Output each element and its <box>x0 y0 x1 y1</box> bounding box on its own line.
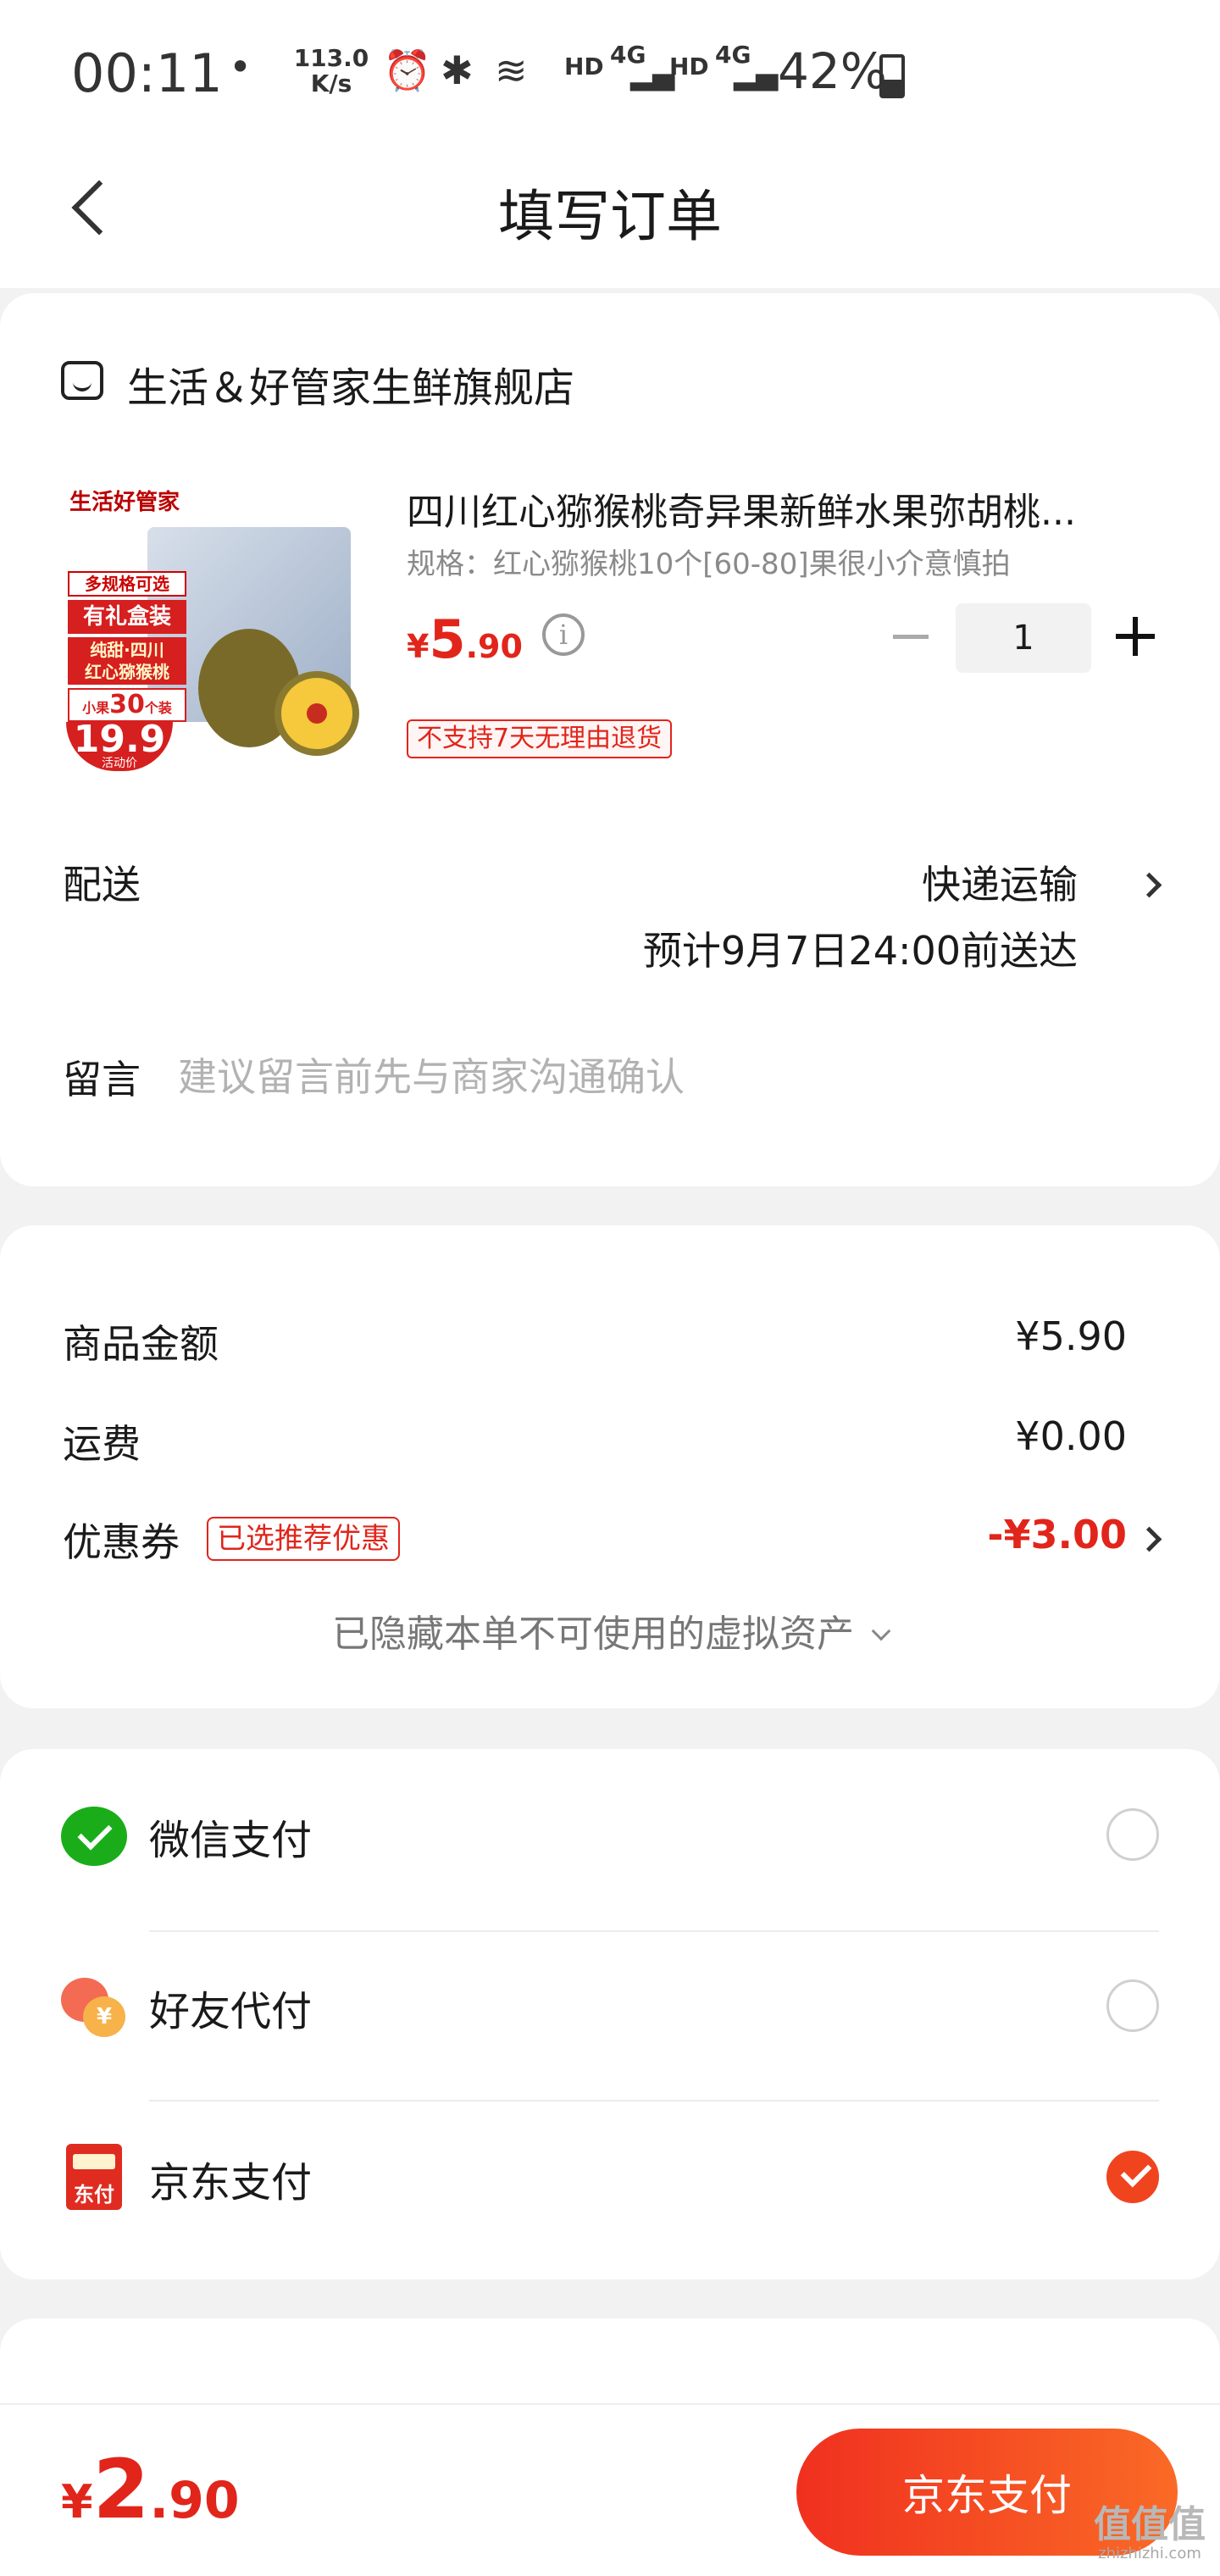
shipping-label: 运费 <box>63 1421 141 1467</box>
bluetooth-icon: ✱ <box>441 47 474 93</box>
friend-pay-coin: ¥ <box>83 1996 125 2037</box>
price-currency: ¥ <box>407 628 430 665</box>
coupon-tag: 已选推荐优惠 <box>207 1517 400 1561</box>
top-bar: 00:11 • 113.0 K/s ⏰ ✱ ≋ HD 4G ▂▄ HD 4G ▂… <box>0 0 1220 288</box>
jd-pay-icon-text: 东付 <box>74 2183 114 2207</box>
goods-amount-label: 商品金额 <box>63 1321 219 1367</box>
remark-input[interactable] <box>178 1047 1161 1107</box>
payment-option-friend[interactable]: ¥ 好友代付 <box>0 1920 1220 2090</box>
alarm-icon: ⏰ <box>383 47 432 93</box>
delivery-eta: 预计9月7日24:00前送达 <box>642 928 1078 974</box>
image-tag-origin: 纯甜·四川 红心猕猴桃 <box>68 637 186 685</box>
delivery-method[interactable]: 快递运输 <box>922 854 1078 910</box>
payment-option-label: 好友代付 <box>149 1988 313 2035</box>
image-tag-giftbox: 有礼盒装 <box>68 600 186 634</box>
signal-icon-1: ▂▄ <box>630 58 675 92</box>
price-summary-card: 商品金额 ¥5.90 运费 ¥0.00 优惠券 已选推荐优惠 -¥3.00 已隐… <box>0 1225 1220 1708</box>
chevron-down-icon <box>871 1621 891 1641</box>
net-speed: 113.0 K/s <box>293 46 369 97</box>
shop-name[interactable]: 生活＆好管家生鲜旗舰店 <box>127 354 574 414</box>
kiwi-cut <box>274 671 359 756</box>
total-currency: ¥ <box>61 2475 93 2529</box>
product-brand-logo: 生活好管家 <box>69 490 180 515</box>
coupon-chevron-right-icon[interactable] <box>1135 1517 1169 1559</box>
net-speed-value: 113.0 <box>293 44 369 72</box>
image-price-badge: 19.9 活动价 <box>66 718 173 771</box>
product-price: ¥5.90 <box>407 608 523 670</box>
delivery-label: 配送 <box>63 862 141 908</box>
status-time: 00:11 <box>71 42 223 104</box>
payment-methods-card: 微信支付 ¥ 好友代付 东付 京东支付 <box>0 1749 1220 2279</box>
goods-amount-value: ¥5.90 <box>1015 1313 1127 1359</box>
battery-percent: 42% <box>778 42 887 100</box>
info-icon[interactable]: i <box>542 613 585 656</box>
checkout-bar: ¥2.90 京东支付 值值值 zhizhizhi.com <box>0 2403 1220 2576</box>
nav-bar: 填写订单 <box>0 144 1220 271</box>
hidden-assets-toggle[interactable]: 已隐藏本单不可使用的虚拟资产 <box>0 1603 1220 1657</box>
image-tag-origin-1: 纯甜·四川 <box>90 640 164 660</box>
jd-pay-icon-stripe <box>73 2154 115 2169</box>
quantity-increase-button[interactable] <box>1112 607 1159 666</box>
image-tag-origin-2: 红心猕猴桃 <box>85 662 169 682</box>
jd-pay-icon: 东付 <box>66 2144 122 2210</box>
payment-option-wechat[interactable]: 微信支付 <box>0 1749 1220 1918</box>
coupon-label[interactable]: 优惠券 <box>63 1512 180 1568</box>
battery-icon <box>879 54 905 98</box>
price-decimal: .90 <box>465 628 523 665</box>
image-tag-count-num: 30 <box>109 690 145 719</box>
image-tag-count: 小果30个装 <box>68 688 186 722</box>
product-image[interactable]: 生活好管家 多规格可选 有礼盒装 纯甜·四川 红心猕猴桃 小果30个装 19.9… <box>63 476 368 773</box>
product-title[interactable]: 四川红心猕猴桃奇异果新鲜水果弥胡桃... <box>407 481 1152 536</box>
image-tag-count-unit: 个装 <box>144 700 172 716</box>
quantity-value[interactable]: 1 <box>956 603 1091 673</box>
wifi-icon: ≋ <box>495 47 528 93</box>
watermark-url: zhizhizhi.com <box>1098 2545 1201 2562</box>
delivery-chevron-right-icon[interactable] <box>1135 863 1169 905</box>
payment-radio-wechat[interactable] <box>1106 1808 1159 1861</box>
wechat-pay-icon <box>61 1807 127 1866</box>
watermark-logo: 值值值 <box>1094 2503 1206 2546</box>
friend-pay-icon: ¥ <box>61 1978 127 2037</box>
net-speed-unit: K/s <box>310 69 352 97</box>
image-price: 19.9 <box>73 718 166 761</box>
coupon-value[interactable]: -¥3.00 <box>987 1512 1127 1557</box>
status-bar: 00:11 • 113.0 K/s ⏰ ✱ ≋ HD 4G ▂▄ HD 4G ▂… <box>0 34 1220 119</box>
watermark: 值值值 zhizhizhi.com <box>1086 2505 1213 2562</box>
page-title: 填写订单 <box>498 184 722 249</box>
product-spec: 规格：红心猕猴桃10个[60-80]果很小介意慎拍 <box>407 547 1011 581</box>
image-tag-options: 多规格可选 <box>68 571 186 597</box>
shop-icon <box>61 361 103 400</box>
payment-option-label: 微信支付 <box>149 1817 313 1864</box>
order-card: 生活＆好管家生鲜旗舰店 生活好管家 多规格可选 有礼盒装 纯甜·四川 红心猕猴桃… <box>0 293 1220 1186</box>
total-decimal: .90 <box>149 2471 240 2530</box>
hidden-assets-text: 已隐藏本单不可使用的虚拟资产 <box>332 1613 854 1656</box>
total-integer: 2 <box>92 2442 150 2537</box>
hd-label-2: HD <box>669 53 709 80</box>
image-tag-count-pre: 小果 <box>82 700 110 716</box>
price-integer: 5 <box>429 608 466 670</box>
shipping-value: ¥0.00 <box>1015 1413 1127 1459</box>
payment-radio-friend[interactable] <box>1106 1979 1159 2032</box>
remark-label: 留言 <box>63 1057 141 1102</box>
signal-icon-2: ▂▄ <box>734 58 779 92</box>
no-return-tag: 不支持7天无理由退货 <box>407 719 673 758</box>
payment-option-label: 京东支付 <box>149 2159 313 2207</box>
hd-label-1: HD <box>564 53 604 80</box>
payment-radio-jd-checked[interactable] <box>1106 2151 1159 2203</box>
payment-option-jd[interactable]: 东付 京东支付 <box>0 2091 1220 2261</box>
quantity-decrease-button[interactable] <box>890 607 932 666</box>
total-price: ¥2.90 <box>61 2442 240 2537</box>
status-dot: • <box>229 44 252 90</box>
